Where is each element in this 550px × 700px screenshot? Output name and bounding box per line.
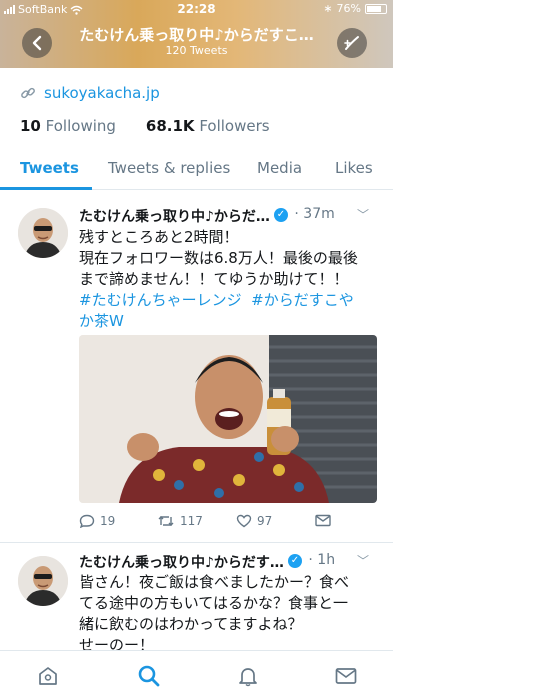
bell-icon: [239, 668, 257, 687]
back-button[interactable]: [22, 28, 52, 58]
hashtag-link[interactable]: #たむけんちゃーレンジ: [79, 291, 242, 309]
following-label: Following: [45, 117, 116, 135]
chevron-down-icon[interactable]: ﹀: [357, 552, 369, 569]
battery-percent: 76%: [336, 2, 361, 15]
tab-tweets[interactable]: Tweets: [20, 159, 79, 177]
following-count: 10: [20, 117, 41, 135]
tweet-author-name[interactable]: たむけん乗っ取り中♪からだす…: [79, 552, 284, 572]
tweet-line: 皆さん！夜ご飯は食べましたかー？食べ: [79, 573, 350, 591]
tweet-time-value: 1h: [317, 552, 336, 568]
tweet-header: たむけん乗っ取り中♪からだす… ✓ · 1h ﹀: [79, 552, 379, 572]
bluetooth-icon: ∗: [323, 2, 333, 15]
nav-messages[interactable]: [332, 663, 360, 689]
followers-label: Followers: [199, 117, 270, 135]
home-icon: [39, 667, 57, 685]
bottom-navigation: [0, 650, 393, 700]
nav-home[interactable]: [34, 663, 62, 689]
avatar-image: [18, 556, 68, 606]
like-count: 97: [257, 514, 273, 528]
direct-message-button[interactable]: [315, 514, 331, 527]
tweet-line: 現在フォロワー数は6.8万人！最後の最後: [79, 249, 358, 267]
tweet-line: 緒に飲むのはわかってますよね？: [79, 615, 303, 633]
envelope-icon: [335, 668, 357, 684]
battery-icon: [365, 3, 387, 14]
following-stat[interactable]: 10 Following: [20, 117, 116, 135]
profile-tabs: Tweets Tweets & replies Media Likes: [0, 148, 393, 190]
follow-stats: 10 Following 68.1K Followers: [20, 117, 270, 135]
verified-badge-icon: ✓: [287, 554, 302, 568]
tab-tweets-replies[interactable]: Tweets & replies: [108, 159, 230, 177]
avatar-image: [18, 208, 68, 258]
tweet-time: · 1h: [303, 552, 336, 568]
tweet-photo-image: [79, 335, 377, 503]
status-bar: SoftBank 22:28 ∗ 76%: [0, 2, 393, 18]
heart-icon: [236, 514, 252, 528]
status-right: ∗ 76%: [323, 2, 387, 15]
reply-button[interactable]: 19: [79, 514, 115, 528]
profile-link-row[interactable]: sukoyakacha.jp: [20, 84, 160, 102]
chevron-left-icon: [32, 35, 42, 51]
hashtag-link[interactable]: #からだすこや: [251, 291, 354, 309]
tweet-text: 皆さん！夜ご飯は食べましたかー？食べ てる途中の方もいてはるかな？食事と一 緒に…: [79, 572, 379, 656]
tweet-actions: 19 117 97: [79, 514, 349, 534]
tweet-author-name[interactable]: たむけん乗っ取り中♪からだ…: [79, 206, 270, 226]
nav-notifications[interactable]: [234, 663, 262, 689]
tweet-count: 120 Tweets: [165, 44, 228, 57]
retweet-button[interactable]: 117: [157, 514, 203, 528]
reply-count: 19: [100, 514, 116, 528]
envelope-icon: [315, 514, 331, 527]
avatar[interactable]: [18, 556, 68, 606]
tweet-header: たむけん乗っ取り中♪からだ… ✓ · 37m ﹀: [79, 206, 379, 226]
twitter-profile-screen: SoftBank 22:28 ∗ 76% たむけん乗っ取り中♪からだすこ… 12…: [0, 0, 393, 700]
avatar[interactable]: [18, 208, 68, 258]
tweet-divider: [0, 542, 393, 543]
link-icon: [21, 87, 35, 99]
tab-media[interactable]: Media: [257, 159, 302, 177]
active-tab-indicator: [0, 187, 92, 190]
tweet-time: · 37m: [289, 206, 335, 222]
tab-likes[interactable]: Likes: [335, 159, 373, 177]
tweet-line: 残すところあと2時間！: [79, 228, 239, 246]
followers-stat[interactable]: 68.1K Followers: [146, 117, 270, 135]
followers-count: 68.1K: [145, 117, 195, 135]
page-title: たむけん乗っ取り中♪からだすこ…: [79, 26, 314, 44]
tweet-text: 残すところあと2時間！ 現在フォロワー数は6.8万人！最後の最後 まで諦めません…: [79, 227, 379, 332]
verified-badge-icon: ✓: [273, 208, 288, 222]
retweet-count: 117: [180, 514, 203, 528]
chevron-down-icon[interactable]: ﹀: [357, 206, 369, 223]
compose-feather-icon: [344, 36, 359, 50]
tweet-photo[interactable]: [79, 335, 377, 503]
tweet-line: てる途中の方もいてはるかな？食事と一: [79, 594, 348, 612]
retweet-icon: [158, 516, 174, 526]
reply-icon: [79, 514, 95, 528]
profile-header: SoftBank 22:28 ∗ 76% たむけん乗っ取り中♪からだすこ… 12…: [0, 0, 393, 68]
search-icon: [138, 665, 160, 687]
profile-website-link[interactable]: sukoyakacha.jp: [44, 84, 160, 102]
hashtag-link-continued[interactable]: か茶W: [79, 312, 124, 330]
tweet-time-value: 37m: [303, 206, 335, 222]
compose-tweet-button[interactable]: [337, 28, 367, 58]
tweet-line: まで諦めません！！てゆうか助けて！！: [79, 270, 349, 288]
like-button[interactable]: 97: [236, 514, 272, 528]
nav-search[interactable]: [135, 663, 163, 689]
